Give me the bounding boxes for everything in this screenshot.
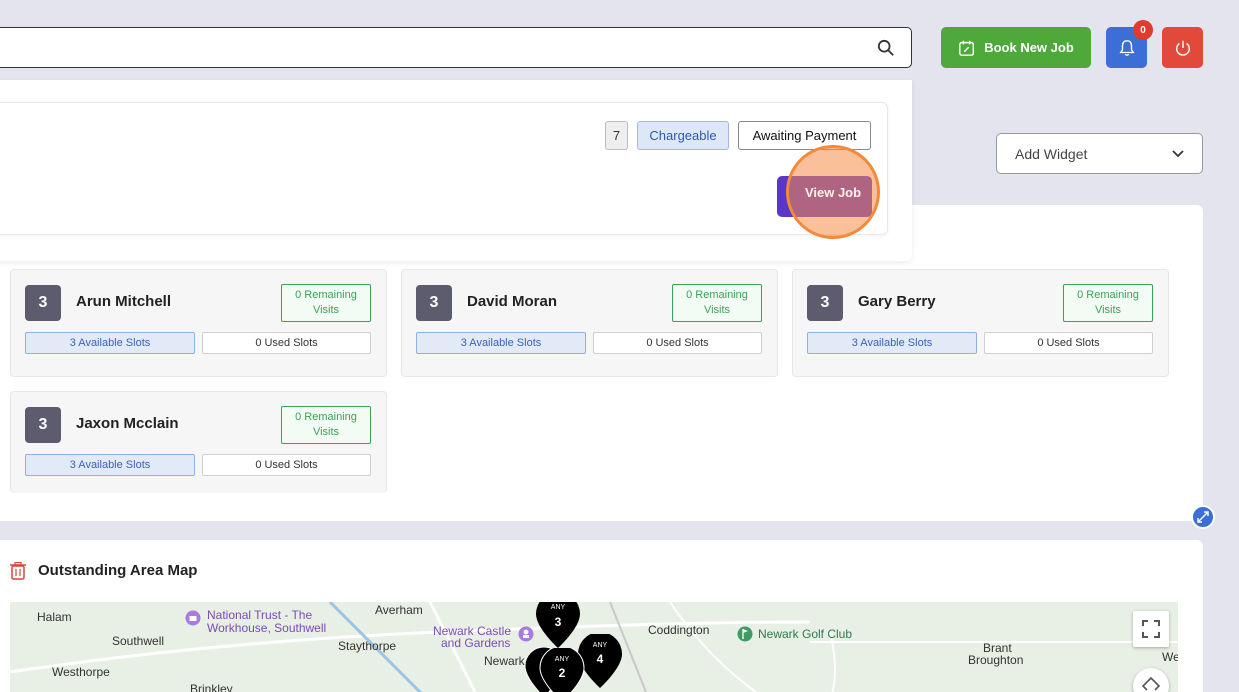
pin-count: 3 — [555, 615, 562, 629]
technician-name: Arun Mitchell — [76, 293, 172, 310]
calendar-edit-icon — [959, 40, 975, 56]
bell-icon — [1118, 39, 1135, 56]
map-pin[interactable]: ANY 3 — [534, 602, 582, 653]
map-title: Outstanding Area Map — [38, 562, 198, 579]
technician-number: 3 — [416, 285, 452, 321]
map-pin[interactable]: ANY 2 — [538, 645, 586, 692]
pin-tag: ANY — [593, 642, 608, 649]
used-slots: 0 Used Slots — [202, 332, 371, 354]
map-place-label: Brinkley — [190, 682, 233, 692]
notification-count-badge: 0 — [1133, 20, 1153, 40]
golf-icon — [737, 626, 753, 642]
available-slots: 3 Available Slots — [807, 332, 977, 354]
job-result-card[interactable]: s 7 Chargeable Awaiting Payment — [0, 102, 888, 235]
map-place-label: We — [1162, 650, 1178, 664]
pin-count: 4 — [597, 652, 604, 666]
pin-count: 2 — [559, 666, 566, 680]
add-widget-label: Add Widget — [1015, 145, 1088, 162]
available-slots: 3 Available Slots — [416, 332, 586, 354]
logout-button[interactable] — [1162, 27, 1203, 68]
map-place-label: Averham — [375, 603, 423, 617]
technician-card: 3 Gary Berry 0 Remaining Visits 3 Availa… — [792, 269, 1169, 377]
map-place-label: Coddington — [648, 623, 710, 637]
search-bar[interactable] — [0, 27, 912, 68]
book-new-job-button[interactable]: Book New Job — [941, 27, 1091, 68]
pin-marker-icon: ANY 2 — [539, 645, 585, 692]
remaining-visits-badge: 0 Remaining Visits — [281, 284, 371, 322]
technician-card: 3 Jaxon Mcclain 0 Remaining Visits 3 Ava… — [10, 391, 387, 493]
expand-icon[interactable] — [1191, 505, 1215, 529]
map-poi-label: National Trust - The — [207, 608, 313, 622]
pan-arrows-icon — [1142, 677, 1160, 691]
map-place-label: Westhorpe — [52, 665, 110, 679]
used-slots: 0 Used Slots — [202, 454, 371, 476]
map-poi-label: Newark Golf Club — [758, 627, 853, 641]
add-widget-select[interactable]: Add Widget — [996, 133, 1203, 174]
view-job-click-highlight[interactable]: View Job — [786, 145, 880, 239]
technician-number: 3 — [25, 407, 61, 443]
map-place-label: Southwell — [112, 634, 165, 648]
map-place-label: Broughton — [968, 653, 1024, 667]
arrows-expand-icon — [1197, 511, 1209, 523]
used-slots: 0 Used Slots — [593, 332, 762, 354]
remaining-visits-badge: 0 Remaining Visits — [1063, 284, 1153, 322]
pin-marker-icon: ANY 3 — [536, 602, 580, 648]
status-tag: Awaiting Payment — [738, 121, 871, 150]
map-place-label: Staythorpe — [338, 639, 397, 653]
map-place-label: Newark — [484, 654, 525, 668]
trash-icon[interactable] — [10, 562, 26, 580]
chargeable-tag: Chargeable — [637, 121, 729, 150]
technician-name: Jaxon Mcclain — [76, 415, 179, 432]
remaining-visits-badge: 0 Remaining Visits — [672, 284, 762, 322]
search-input[interactable] — [11, 28, 871, 65]
search-results-dropdown: s 7 Chargeable Awaiting Payment — [0, 80, 912, 261]
fullscreen-icon — [1142, 620, 1160, 638]
power-icon — [1175, 40, 1190, 56]
book-new-job-label: Book New Job — [984, 40, 1074, 55]
castle-icon — [518, 626, 534, 642]
technician-card: 3 David Moran 0 Remaining Visits 3 Avail… — [401, 269, 778, 377]
search-icon[interactable] — [877, 39, 895, 57]
job-count-badge: 7 — [605, 121, 628, 150]
used-slots: 0 Used Slots — [984, 332, 1153, 354]
national-trust-icon — [185, 610, 201, 626]
map-place-label: Halam — [37, 610, 72, 624]
remaining-visits-badge: 0 Remaining Visits — [281, 406, 371, 444]
fullscreen-button[interactable] — [1133, 611, 1169, 647]
technician-name: Gary Berry — [858, 293, 936, 310]
technician-card: 3 Arun Mitchell 0 Remaining Visits 3 Ava… — [10, 269, 387, 377]
view-job-label: View Job — [804, 184, 862, 200]
available-slots: 3 Available Slots — [25, 332, 195, 354]
available-slots: 3 Available Slots — [25, 454, 195, 476]
technician-number: 3 — [25, 285, 61, 321]
map-poi-label: Workhouse, Southwell — [207, 621, 327, 635]
area-map[interactable]: Halam Southwell Westhorpe Brinkley Natio… — [10, 602, 1178, 692]
pin-tag: ANY — [555, 656, 570, 663]
map-poi-label: and Gardens — [441, 636, 511, 650]
technician-number: 3 — [807, 285, 843, 321]
chevron-down-icon — [1172, 149, 1184, 157]
technician-name: David Moran — [467, 293, 558, 310]
pin-tag: ANY — [551, 604, 566, 611]
